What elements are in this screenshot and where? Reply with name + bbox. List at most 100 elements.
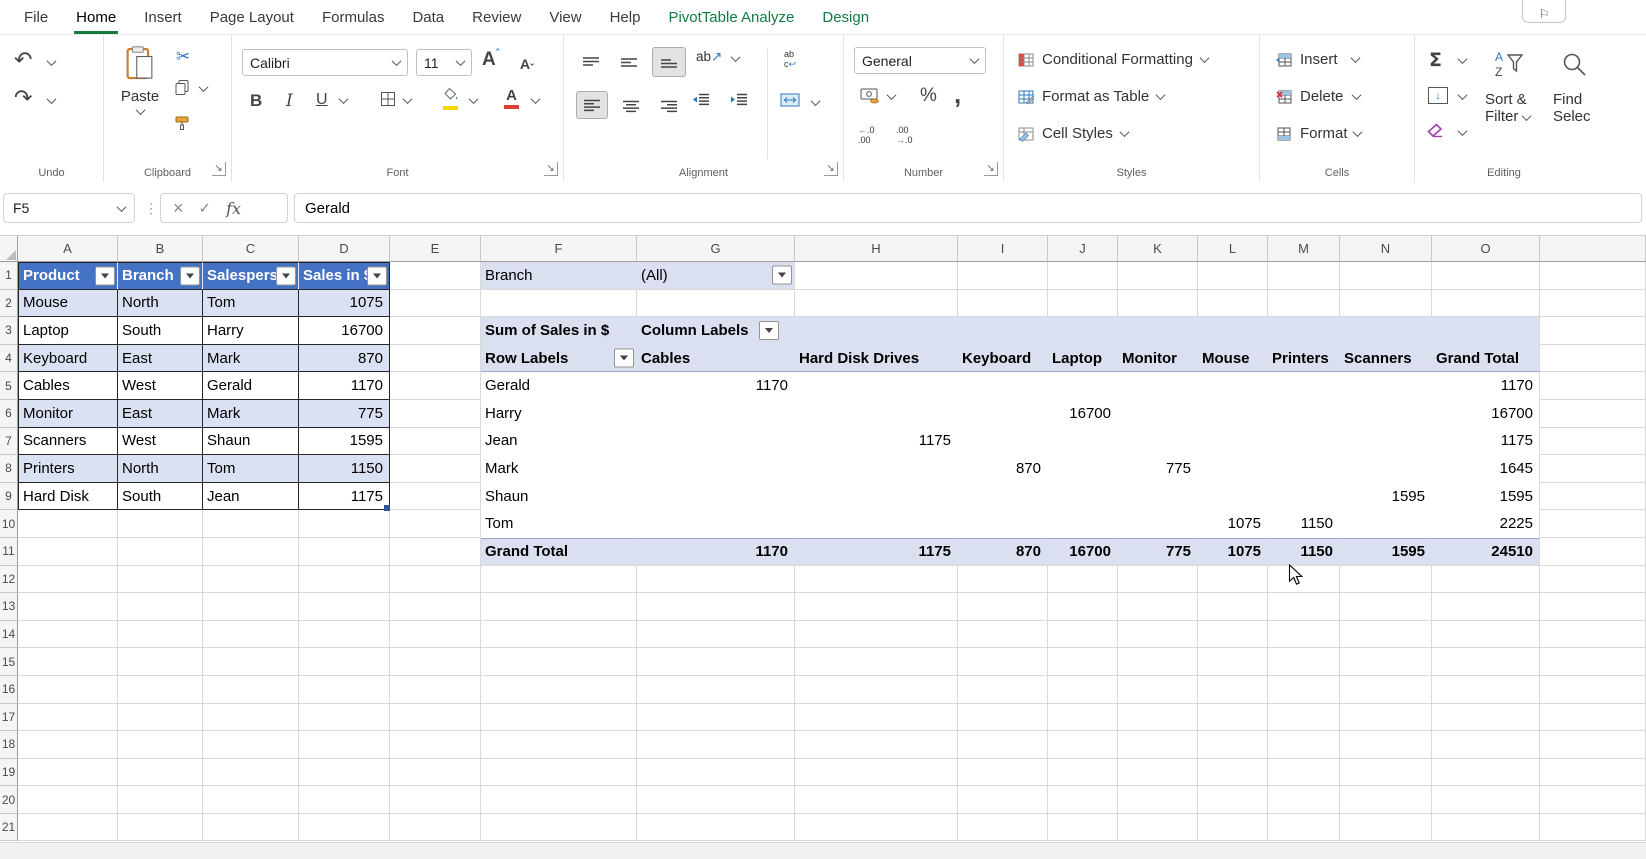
cell-A7[interactable]: Scanners [18, 428, 118, 456]
cell-K12[interactable] [1118, 566, 1198, 594]
cell-I18[interactable] [958, 731, 1048, 759]
row-header-18[interactable]: 18 [0, 731, 18, 759]
cell-J20[interactable] [1048, 786, 1118, 814]
row-header-6[interactable]: 6 [0, 400, 18, 428]
cell-D12[interactable] [299, 566, 390, 594]
fill-color-dropdown[interactable] [470, 97, 477, 104]
cell-C17[interactable] [203, 704, 299, 732]
cell-H12[interactable] [795, 566, 958, 594]
cell-O21[interactable] [1432, 814, 1540, 842]
cell-M15[interactable] [1268, 648, 1340, 676]
cell-D3[interactable]: 16700 [299, 317, 390, 345]
cell-O11[interactable]: 24510 [1432, 538, 1540, 566]
cell-P3[interactable] [1540, 317, 1646, 345]
cell-D4[interactable]: 870 [299, 345, 390, 373]
cell-H4[interactable]: Hard Disk Drives [795, 345, 958, 373]
filter-button-D1[interactable] [367, 266, 387, 285]
cell-J7[interactable] [1048, 428, 1118, 456]
cell-D21[interactable] [299, 814, 390, 842]
row-header-20[interactable]: 20 [0, 786, 18, 814]
cell-B13[interactable] [118, 593, 203, 621]
cell-E19[interactable] [390, 759, 481, 787]
filter-button-B1[interactable] [180, 266, 200, 285]
decrease-font-button[interactable]: Aˇ [520, 53, 534, 75]
col-header-L[interactable]: L [1198, 236, 1268, 262]
cell-K11[interactable]: 775 [1118, 538, 1198, 566]
cell-A3[interactable]: Laptop [18, 317, 118, 345]
cell-D10[interactable] [299, 510, 390, 538]
cell-O18[interactable] [1432, 731, 1540, 759]
col-header-K[interactable]: K [1118, 236, 1198, 262]
col-header-N[interactable]: N [1340, 236, 1432, 262]
cell-I13[interactable] [958, 593, 1048, 621]
row-header-19[interactable]: 19 [0, 759, 18, 787]
cell-I15[interactable] [958, 648, 1048, 676]
col-header-D[interactable]: D [299, 236, 390, 262]
cell-C15[interactable] [203, 648, 299, 676]
cell-K1[interactable] [1118, 262, 1198, 290]
cell-O1[interactable] [1432, 262, 1540, 290]
cell-N13[interactable] [1340, 593, 1432, 621]
cell-I6[interactable] [958, 400, 1048, 428]
cell-K10[interactable] [1118, 510, 1198, 538]
cell-E8[interactable] [390, 455, 481, 483]
middle-align-button[interactable] [614, 49, 644, 75]
increase-indent-button[interactable] [730, 93, 748, 106]
row-header-7[interactable]: 7 [0, 428, 18, 456]
cell-M10[interactable]: 1150 [1268, 510, 1340, 538]
cell-M18[interactable] [1268, 731, 1340, 759]
cell-D8[interactable]: 1150 [299, 455, 390, 483]
cell-M8[interactable] [1268, 455, 1340, 483]
cell-M6[interactable] [1268, 400, 1340, 428]
cell-B21[interactable] [118, 814, 203, 842]
cell-D15[interactable] [299, 648, 390, 676]
cell-H10[interactable] [795, 510, 958, 538]
cell-C5[interactable]: Gerald [203, 372, 299, 400]
cell-J14[interactable] [1048, 621, 1118, 649]
cell-K21[interactable] [1118, 814, 1198, 842]
cell-J16[interactable] [1048, 676, 1118, 704]
cell-K14[interactable] [1118, 621, 1198, 649]
cell-K18[interactable] [1118, 731, 1198, 759]
cell-C21[interactable] [203, 814, 299, 842]
cell-P14[interactable] [1540, 621, 1646, 649]
cell-K2[interactable] [1118, 290, 1198, 318]
cell-J6[interactable]: 16700 [1048, 400, 1118, 428]
row-header-17[interactable]: 17 [0, 704, 18, 732]
cell-E5[interactable] [390, 372, 481, 400]
cell-E21[interactable] [390, 814, 481, 842]
cell-L11[interactable]: 1075 [1198, 538, 1268, 566]
col-header-C[interactable]: C [203, 236, 299, 262]
cell-I21[interactable] [958, 814, 1048, 842]
cell-G21[interactable] [637, 814, 795, 842]
cell-L5[interactable] [1198, 372, 1268, 400]
cell-J12[interactable] [1048, 566, 1118, 594]
cell-K19[interactable] [1118, 759, 1198, 787]
cell-F13[interactable] [481, 593, 637, 621]
cell-J8[interactable] [1048, 455, 1118, 483]
cell-G16[interactable] [637, 676, 795, 704]
bottom-align-button[interactable] [652, 47, 686, 77]
cell-B4[interactable]: East [118, 345, 203, 373]
undo-dropdown[interactable] [48, 59, 55, 66]
borders-button[interactable] [380, 91, 396, 107]
cell-I8[interactable]: 870 [958, 455, 1048, 483]
cell-M21[interactable] [1268, 814, 1340, 842]
cell-C8[interactable]: Tom [203, 455, 299, 483]
cell-M4[interactable]: Printers [1268, 345, 1340, 373]
filter-button-A1[interactable] [95, 266, 115, 285]
col-header-M[interactable]: M [1268, 236, 1340, 262]
cell-C10[interactable] [203, 510, 299, 538]
cell-M2[interactable] [1268, 290, 1340, 318]
cell-N3[interactable] [1340, 317, 1432, 345]
filter-button-F4[interactable] [614, 349, 634, 368]
align-left-button[interactable] [576, 91, 608, 119]
cell-M11[interactable]: 1150 [1268, 538, 1340, 566]
cell-E15[interactable] [390, 648, 481, 676]
cell-A18[interactable] [18, 731, 118, 759]
tab-page-layout[interactable]: Page Layout [196, 0, 308, 34]
cell-F6[interactable]: Harry [481, 400, 637, 428]
cell-F2[interactable] [481, 290, 637, 318]
cell-G18[interactable] [637, 731, 795, 759]
cell-E14[interactable] [390, 621, 481, 649]
